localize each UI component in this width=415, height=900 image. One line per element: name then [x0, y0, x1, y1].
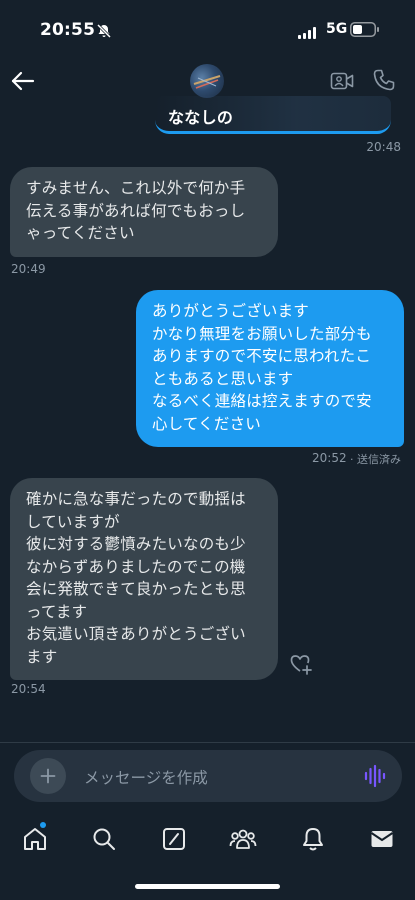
envelope-icon: [370, 831, 394, 847]
message-line: お気遣い頂きありがとうござい: [26, 625, 246, 643]
home-icon: [24, 828, 46, 850]
conversation-name[interactable]: ななしの: [168, 104, 233, 128]
react-button[interactable]: [289, 652, 313, 676]
tab-search[interactable]: [88, 823, 120, 855]
tab-grok[interactable]: [158, 823, 190, 855]
message-line: 会に発散できて良かったとも思: [26, 580, 246, 598]
message-line: ゃってください: [26, 224, 135, 242]
message-line: なからずありましたのでこの機: [26, 557, 246, 576]
status-bar: 20:55 5G: [0, 0, 415, 58]
message-line: すみません、これ以外で何か手: [26, 179, 246, 197]
back-button[interactable]: [8, 66, 38, 96]
heart-plus-icon: [290, 655, 312, 675]
message-line: ありがとうございます: [152, 302, 310, 320]
message-line: ともあると思います: [152, 369, 294, 388]
message-time: 20:54: [11, 682, 46, 696]
message-time: 20:48: [366, 140, 401, 154]
bell-icon: [303, 828, 323, 851]
message-line: 伝える事があれば何でもおっし: [26, 201, 246, 220]
tab-communities[interactable]: [227, 823, 259, 855]
video-call-icon: [330, 72, 354, 90]
delivery-status: · 送信済み: [350, 453, 401, 466]
bell-off-icon: [96, 23, 112, 43]
phone-call-icon: [373, 69, 395, 91]
plus-icon: [40, 768, 56, 784]
message-line: 確かに急な事だったので動揺は: [26, 490, 246, 508]
message-line: かなり無理をお願いした部分も: [152, 324, 372, 343]
home-indicator[interactable]: [135, 884, 280, 889]
message-bubble-received[interactable]: 確かに急な事だったので動揺は していますが 彼に対する鬱憤みたいなのも少 なから…: [10, 478, 278, 680]
tab-bar: [0, 815, 415, 865]
battery-icon: [350, 22, 380, 41]
message-time: 20:49: [11, 262, 46, 276]
avatar[interactable]: [190, 64, 224, 98]
message-line: していますが: [26, 512, 120, 531]
message-input[interactable]: メッセージを作成: [84, 766, 208, 788]
message-line: 彼に対する鬱憤みたいなのも少: [26, 535, 246, 553]
signal-icon: [298, 24, 318, 43]
voice-waveform-icon: [364, 764, 386, 788]
status-time: 20:55: [40, 20, 96, 40]
phone-call-button[interactable]: [372, 68, 396, 96]
message-line: ってます: [26, 602, 88, 621]
tab-messages[interactable]: [366, 823, 398, 855]
video-call-button[interactable]: [330, 70, 354, 96]
message-bubble-received[interactable]: すみません、これ以外で何か手 伝える事があれば何でもおっし ゃってください: [10, 167, 278, 257]
home-unread-dot: [40, 822, 46, 828]
search-icon: [93, 828, 115, 850]
network-label: 5G: [326, 21, 348, 37]
message-line: ありますので不安に思われたこ: [152, 347, 372, 365]
tab-home[interactable]: [19, 823, 51, 855]
message-bubble-sent[interactable]: ありがとうございます かなり無理をお願いした部分も ありますので不安に思われたこ…: [136, 290, 404, 447]
communities-icon: [229, 829, 257, 849]
grok-icon: [163, 828, 185, 850]
message-composer[interactable]: メッセージを作成: [14, 750, 402, 802]
composer-divider: [0, 742, 415, 743]
back-arrow-icon: [11, 71, 35, 91]
message-line: ます: [26, 647, 58, 666]
message-line: 心してください: [152, 414, 261, 433]
message-line: なるべく連絡は控えますので安: [152, 392, 372, 410]
message-time: 20:52: [312, 451, 347, 465]
add-media-button[interactable]: [30, 758, 66, 794]
conversation-header: ななしの: [0, 58, 415, 148]
tab-notifications[interactable]: [297, 823, 329, 855]
voice-message-button[interactable]: [364, 764, 386, 792]
